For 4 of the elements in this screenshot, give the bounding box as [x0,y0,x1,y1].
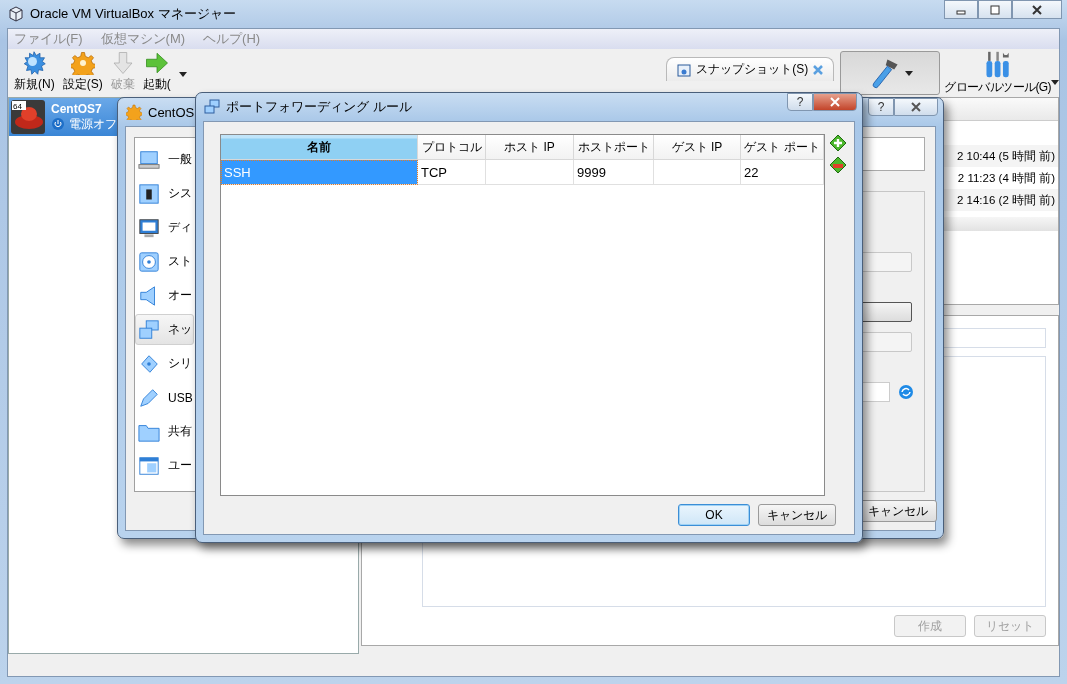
os-icon: 64 [11,100,45,134]
dialog-title: CentOS [148,104,195,120]
window-title: Oracle VM VirtualBox マネージャー [30,5,236,23]
dialog-title: ポートフォワーディング ルール [226,98,412,116]
